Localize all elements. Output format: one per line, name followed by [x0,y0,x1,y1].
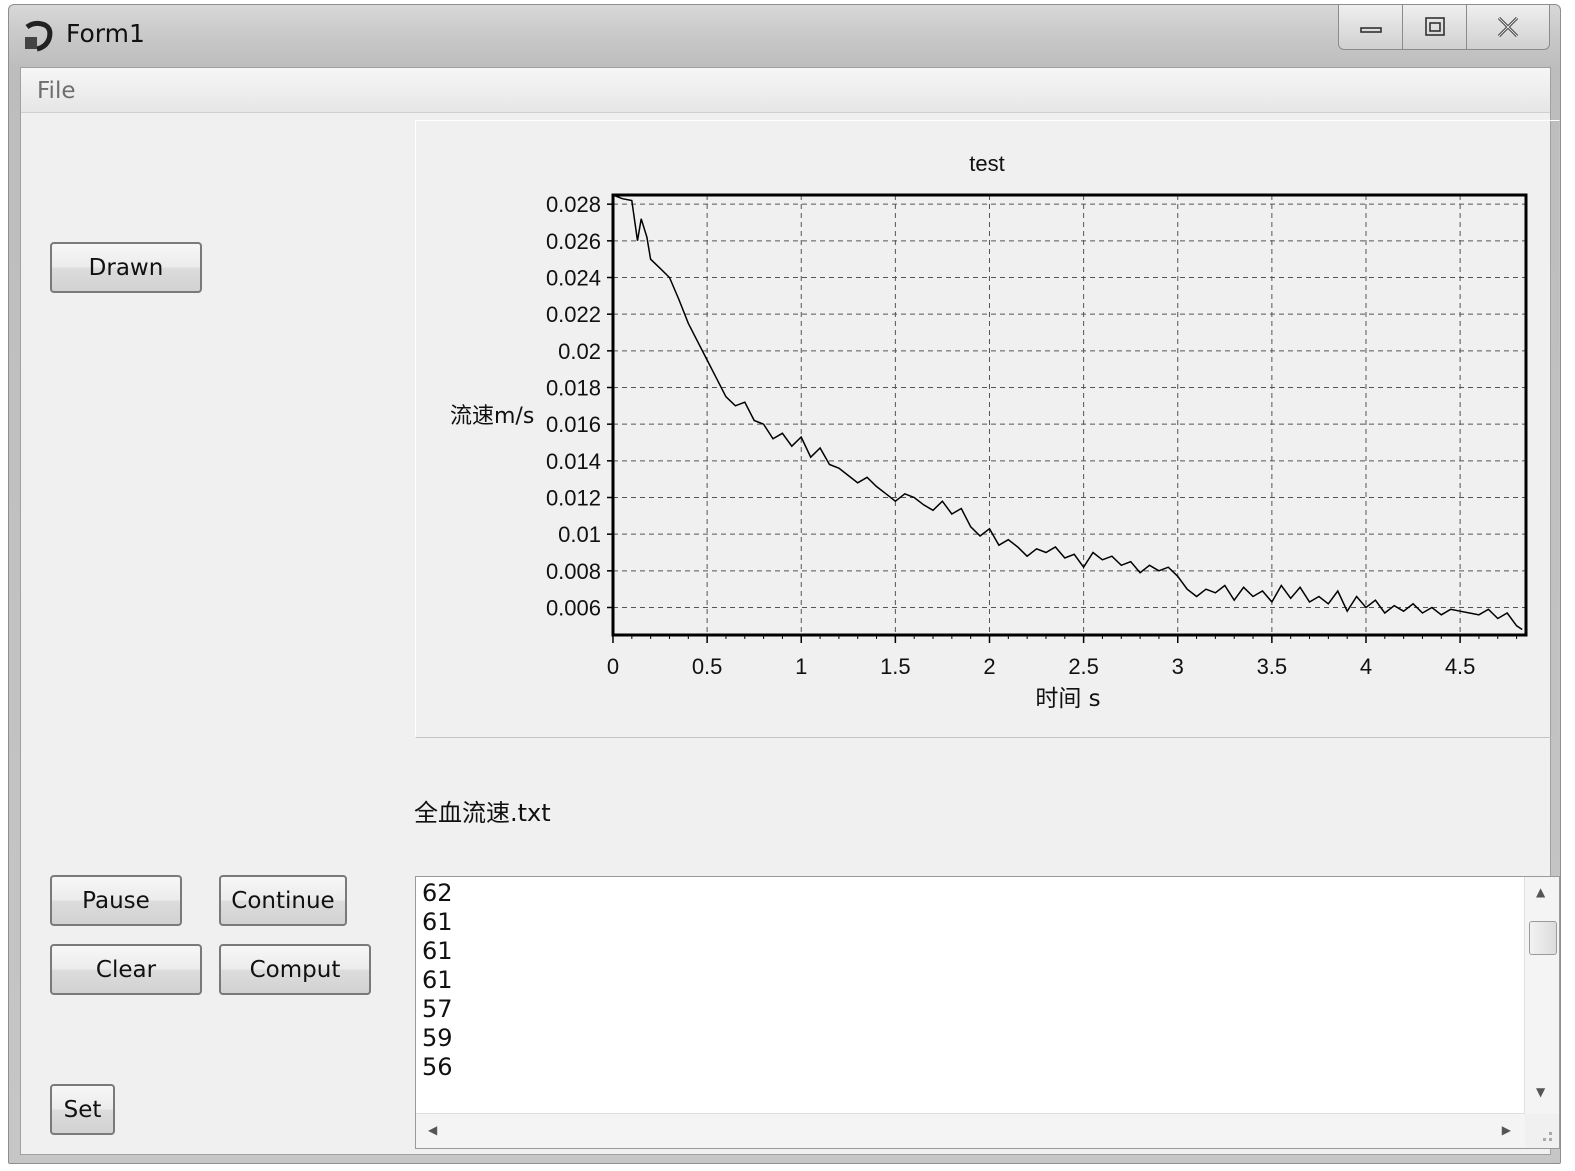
x-tick-label: 1 [795,654,807,679]
y-tick-label: 0.028 [546,192,601,217]
text-line: 61 [422,908,453,936]
y-tick-label: 0.022 [546,302,601,327]
close-button[interactable] [1467,5,1549,49]
scroll-down-icon[interactable]: ▼ [1536,1085,1545,1099]
text-line: 59 [422,1024,453,1052]
pause-button[interactable]: Pause [50,875,182,926]
x-tick-label: 4 [1360,654,1372,679]
x-tick-label: 0.5 [692,654,723,679]
y-tick-label: 0.02 [558,339,601,364]
data-text-lines: 62 61 61 61 57 59 56 [422,879,453,1082]
y-tick-label: 0.008 [546,559,601,584]
x-tick-label: 2 [983,654,995,679]
maximize-button[interactable] [1403,5,1468,49]
y-tick-label: 0.01 [558,522,601,547]
chart-y-axis-label: 流速m/s [450,404,534,429]
chart-title: test [969,151,1004,176]
chart-plot-frame [611,193,1528,637]
set-button[interactable]: Set [50,1084,115,1135]
x-tick-label: 4.5 [1445,654,1476,679]
chart-ticks: 0 0.5 1 1.5 2 2.5 3 3.5 4 4.5 0.006 0.008 0.01 0.012 0… [546,192,1518,679]
minimize-icon [1359,27,1382,33]
text-line: 61 [422,966,453,994]
y-tick-label: 0.026 [546,229,601,254]
window-title: Form1 [66,19,145,48]
scroll-left-icon[interactable]: ◀ [428,1123,437,1137]
x-tick-label: 3 [1172,654,1184,679]
text-line: 56 [422,1053,453,1081]
caption-buttons [1338,5,1550,50]
resize-grip-icon[interactable] [1525,1114,1559,1148]
continue-button[interactable]: Continue [219,875,347,926]
main-window: Form1 File Drawn Pause Continue Clear Co… [8,4,1561,1164]
menu-file[interactable]: File [37,78,76,104]
y-tick-label: 0.014 [546,449,601,474]
y-tick-label: 0.024 [546,266,601,291]
y-tick-label: 0.016 [546,412,601,437]
menu-bar: File [21,68,1550,113]
vertical-scroll-thumb[interactable] [1529,921,1557,955]
client-area: File Drawn Pause Continue Clear Comput S… [20,67,1560,1155]
horizontal-scrollbar[interactable]: ◀ ▶ [416,1113,1525,1148]
file-name-label: 全血流速.txt [414,799,551,827]
x-tick-label: 0 [607,654,619,679]
x-tick-label: 3.5 [1257,654,1288,679]
text-line: 57 [422,995,453,1023]
maximize-icon [1424,17,1445,36]
comput-button[interactable]: Comput [219,944,371,995]
title-bar[interactable]: Form1 [9,5,1560,67]
vertical-scrollbar[interactable]: ▲ ▼ [1524,877,1559,1115]
minimize-button[interactable] [1339,5,1404,49]
y-tick-label: 0.006 [546,596,601,621]
y-tick-label: 0.018 [546,376,601,401]
app-icon [25,20,53,52]
close-icon [1497,16,1519,38]
drawn-button[interactable]: Drawn [50,242,202,293]
x-tick-label: 1.5 [880,654,911,679]
chart-grid [613,195,1526,635]
chart-x-axis-label: 时间 s [1035,686,1100,712]
y-tick-label: 0.012 [546,486,601,511]
text-line: 61 [422,937,453,965]
text-line: 62 [422,879,453,907]
x-tick-label: 2.5 [1068,654,1099,679]
scroll-up-icon[interactable]: ▲ [1536,885,1545,899]
data-textbox[interactable]: 62 61 61 61 57 59 56 ▲ ▼ ◀ ▶ [415,876,1560,1149]
scroll-right-icon[interactable]: ▶ [1502,1123,1511,1137]
chart-series-line [612,194,1523,631]
line-chart: test 时间 s 流速m/s 0 0.5 1 1.5 2 2.5 3 3.5 4 4.5 0.00… [450,151,1528,712]
clear-button[interactable]: Clear [50,944,202,995]
chart-panel: test 时间 s 流速m/s 0 0.5 1 1.5 2 2.5 3 3.5 4 4.5 0.00… [415,120,1560,738]
